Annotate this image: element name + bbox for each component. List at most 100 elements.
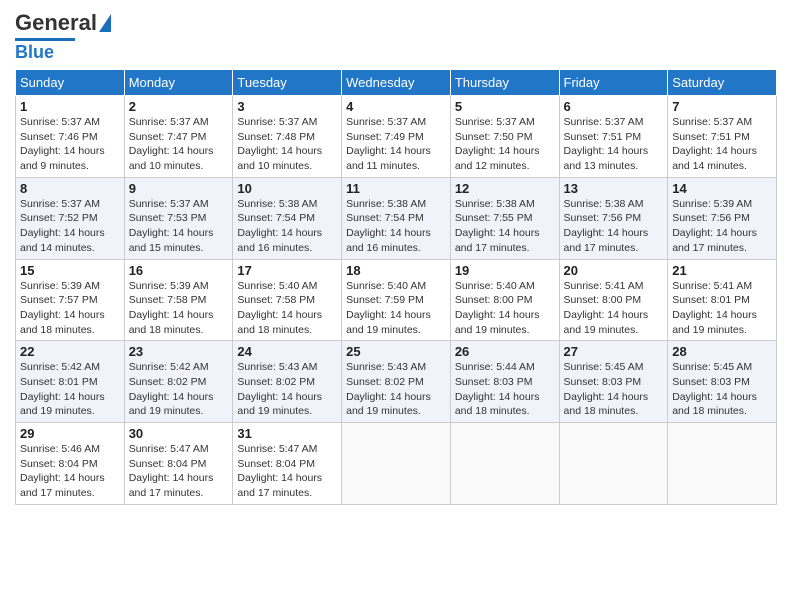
calendar-cell: 29Sunrise: 5:46 AMSunset: 8:04 PMDayligh…: [16, 423, 125, 505]
day-info: Sunrise: 5:44 AMSunset: 8:03 PMDaylight:…: [455, 360, 555, 419]
day-info: Sunrise: 5:37 AMSunset: 7:50 PMDaylight:…: [455, 115, 555, 174]
week-row-5: 29Sunrise: 5:46 AMSunset: 8:04 PMDayligh…: [16, 423, 777, 505]
weekday-header-friday: Friday: [559, 70, 668, 96]
day-info: Sunrise: 5:46 AMSunset: 8:04 PMDaylight:…: [20, 442, 120, 501]
day-number: 12: [455, 181, 555, 196]
calendar-cell: 12Sunrise: 5:38 AMSunset: 7:55 PMDayligh…: [450, 177, 559, 259]
day-info: Sunrise: 5:37 AMSunset: 7:46 PMDaylight:…: [20, 115, 120, 174]
calendar-cell: 28Sunrise: 5:45 AMSunset: 8:03 PMDayligh…: [668, 341, 777, 423]
day-info: Sunrise: 5:37 AMSunset: 7:51 PMDaylight:…: [672, 115, 772, 174]
day-number: 24: [237, 344, 337, 359]
day-number: 30: [129, 426, 229, 441]
day-info: Sunrise: 5:41 AMSunset: 8:00 PMDaylight:…: [564, 279, 664, 338]
calendar-cell: 2Sunrise: 5:37 AMSunset: 7:47 PMDaylight…: [124, 96, 233, 178]
day-number: 26: [455, 344, 555, 359]
day-number: 5: [455, 99, 555, 114]
logo: General Blue: [15, 10, 111, 63]
header: General Blue: [15, 10, 777, 63]
day-number: 13: [564, 181, 664, 196]
week-row-4: 22Sunrise: 5:42 AMSunset: 8:01 PMDayligh…: [16, 341, 777, 423]
weekday-header-tuesday: Tuesday: [233, 70, 342, 96]
calendar-cell: [668, 423, 777, 505]
weekday-header-saturday: Saturday: [668, 70, 777, 96]
day-number: 18: [346, 263, 446, 278]
calendar-cell: 20Sunrise: 5:41 AMSunset: 8:00 PMDayligh…: [559, 259, 668, 341]
day-number: 11: [346, 181, 446, 196]
calendar-cell: 21Sunrise: 5:41 AMSunset: 8:01 PMDayligh…: [668, 259, 777, 341]
day-info: Sunrise: 5:41 AMSunset: 8:01 PMDaylight:…: [672, 279, 772, 338]
logo-line: [15, 38, 75, 41]
day-info: Sunrise: 5:45 AMSunset: 8:03 PMDaylight:…: [564, 360, 664, 419]
calendar-cell: 23Sunrise: 5:42 AMSunset: 8:02 PMDayligh…: [124, 341, 233, 423]
day-number: 7: [672, 99, 772, 114]
weekday-header-sunday: Sunday: [16, 70, 125, 96]
day-info: Sunrise: 5:39 AMSunset: 7:56 PMDaylight:…: [672, 197, 772, 256]
day-number: 9: [129, 181, 229, 196]
calendar-cell: 9Sunrise: 5:37 AMSunset: 7:53 PMDaylight…: [124, 177, 233, 259]
logo-text-blue: Blue: [15, 42, 54, 63]
day-number: 17: [237, 263, 337, 278]
calendar-header-row: SundayMondayTuesdayWednesdayThursdayFrid…: [16, 70, 777, 96]
day-number: 2: [129, 99, 229, 114]
calendar-cell: 26Sunrise: 5:44 AMSunset: 8:03 PMDayligh…: [450, 341, 559, 423]
weekday-header-thursday: Thursday: [450, 70, 559, 96]
day-info: Sunrise: 5:37 AMSunset: 7:47 PMDaylight:…: [129, 115, 229, 174]
calendar-cell: 27Sunrise: 5:45 AMSunset: 8:03 PMDayligh…: [559, 341, 668, 423]
day-number: 20: [564, 263, 664, 278]
day-number: 15: [20, 263, 120, 278]
day-info: Sunrise: 5:38 AMSunset: 7:55 PMDaylight:…: [455, 197, 555, 256]
day-number: 22: [20, 344, 120, 359]
day-number: 8: [20, 181, 120, 196]
calendar-cell: 14Sunrise: 5:39 AMSunset: 7:56 PMDayligh…: [668, 177, 777, 259]
day-info: Sunrise: 5:37 AMSunset: 7:48 PMDaylight:…: [237, 115, 337, 174]
day-number: 31: [237, 426, 337, 441]
calendar-cell: 22Sunrise: 5:42 AMSunset: 8:01 PMDayligh…: [16, 341, 125, 423]
calendar-cell: 19Sunrise: 5:40 AMSunset: 8:00 PMDayligh…: [450, 259, 559, 341]
calendar-cell: 11Sunrise: 5:38 AMSunset: 7:54 PMDayligh…: [342, 177, 451, 259]
day-number: 23: [129, 344, 229, 359]
calendar-cell: 4Sunrise: 5:37 AMSunset: 7:49 PMDaylight…: [342, 96, 451, 178]
day-info: Sunrise: 5:47 AMSunset: 8:04 PMDaylight:…: [237, 442, 337, 501]
calendar-cell: [559, 423, 668, 505]
day-number: 6: [564, 99, 664, 114]
day-number: 29: [20, 426, 120, 441]
day-info: Sunrise: 5:39 AMSunset: 7:58 PMDaylight:…: [129, 279, 229, 338]
calendar-cell: 10Sunrise: 5:38 AMSunset: 7:54 PMDayligh…: [233, 177, 342, 259]
calendar-cell: 25Sunrise: 5:43 AMSunset: 8:02 PMDayligh…: [342, 341, 451, 423]
weekday-header-wednesday: Wednesday: [342, 70, 451, 96]
calendar-cell: 16Sunrise: 5:39 AMSunset: 7:58 PMDayligh…: [124, 259, 233, 341]
week-row-1: 1Sunrise: 5:37 AMSunset: 7:46 PMDaylight…: [16, 96, 777, 178]
day-info: Sunrise: 5:47 AMSunset: 8:04 PMDaylight:…: [129, 442, 229, 501]
calendar-table: SundayMondayTuesdayWednesdayThursdayFrid…: [15, 69, 777, 505]
calendar-cell: 30Sunrise: 5:47 AMSunset: 8:04 PMDayligh…: [124, 423, 233, 505]
day-info: Sunrise: 5:37 AMSunset: 7:52 PMDaylight:…: [20, 197, 120, 256]
day-number: 3: [237, 99, 337, 114]
day-number: 19: [455, 263, 555, 278]
day-info: Sunrise: 5:43 AMSunset: 8:02 PMDaylight:…: [237, 360, 337, 419]
calendar-cell: 15Sunrise: 5:39 AMSunset: 7:57 PMDayligh…: [16, 259, 125, 341]
day-info: Sunrise: 5:37 AMSunset: 7:51 PMDaylight:…: [564, 115, 664, 174]
day-number: 1: [20, 99, 120, 114]
calendar-cell: 7Sunrise: 5:37 AMSunset: 7:51 PMDaylight…: [668, 96, 777, 178]
day-number: 10: [237, 181, 337, 196]
day-info: Sunrise: 5:38 AMSunset: 7:54 PMDaylight:…: [346, 197, 446, 256]
logo-triangle-icon: [99, 14, 111, 32]
day-info: Sunrise: 5:37 AMSunset: 7:53 PMDaylight:…: [129, 197, 229, 256]
day-info: Sunrise: 5:37 AMSunset: 7:49 PMDaylight:…: [346, 115, 446, 174]
calendar-cell: 18Sunrise: 5:40 AMSunset: 7:59 PMDayligh…: [342, 259, 451, 341]
calendar-cell: 31Sunrise: 5:47 AMSunset: 8:04 PMDayligh…: [233, 423, 342, 505]
day-number: 14: [672, 181, 772, 196]
day-info: Sunrise: 5:42 AMSunset: 8:02 PMDaylight:…: [129, 360, 229, 419]
day-info: Sunrise: 5:45 AMSunset: 8:03 PMDaylight:…: [672, 360, 772, 419]
calendar-cell: 3Sunrise: 5:37 AMSunset: 7:48 PMDaylight…: [233, 96, 342, 178]
day-number: 25: [346, 344, 446, 359]
day-info: Sunrise: 5:40 AMSunset: 8:00 PMDaylight:…: [455, 279, 555, 338]
calendar-cell: 6Sunrise: 5:37 AMSunset: 7:51 PMDaylight…: [559, 96, 668, 178]
day-info: Sunrise: 5:38 AMSunset: 7:56 PMDaylight:…: [564, 197, 664, 256]
day-info: Sunrise: 5:42 AMSunset: 8:01 PMDaylight:…: [20, 360, 120, 419]
weekday-header-monday: Monday: [124, 70, 233, 96]
page-container: General Blue SundayMondayTuesdayWednesda…: [0, 0, 792, 515]
day-number: 16: [129, 263, 229, 278]
week-row-2: 8Sunrise: 5:37 AMSunset: 7:52 PMDaylight…: [16, 177, 777, 259]
calendar-cell: 5Sunrise: 5:37 AMSunset: 7:50 PMDaylight…: [450, 96, 559, 178]
